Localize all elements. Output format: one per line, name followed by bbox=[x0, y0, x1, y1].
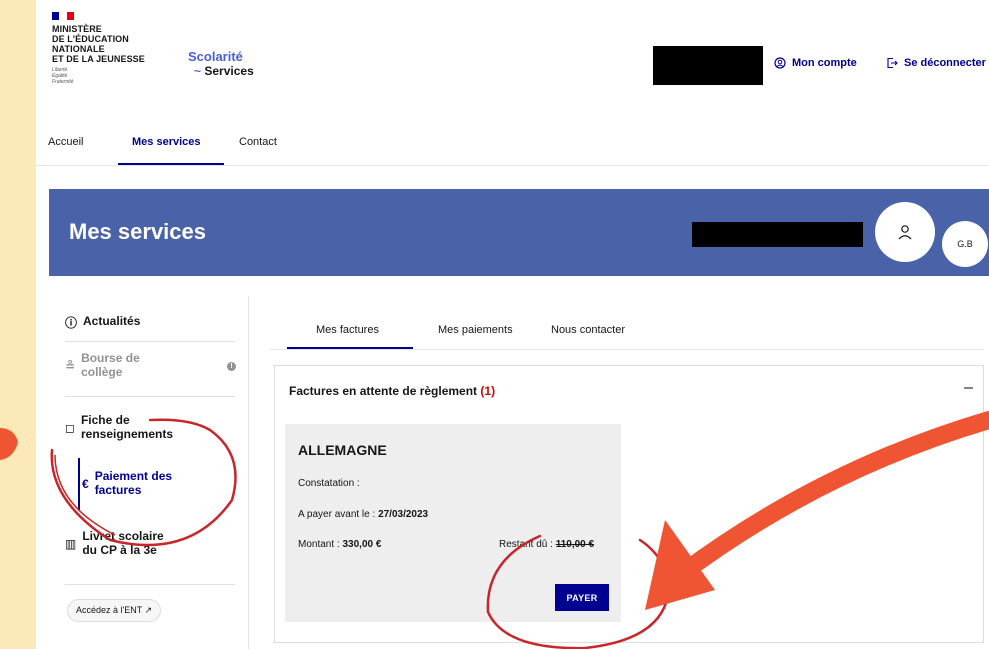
logout-link[interactable]: Se déconnecter bbox=[886, 57, 986, 69]
tab-mes-factures[interactable]: Mes factures bbox=[316, 324, 379, 336]
sidebar-item-fiche[interactable]: ◻ Fiche de renseignements bbox=[65, 413, 235, 441]
euro-icon: € bbox=[82, 477, 89, 491]
info-icon: ⓘ bbox=[65, 316, 78, 330]
pending-invoices-accordion: Factures en attente de règlement (1) – A… bbox=[274, 365, 984, 643]
brand-top: Scolarité bbox=[188, 49, 243, 64]
sidebar-item-label: Livret scolaire bbox=[82, 529, 164, 543]
main-nav: Accueil Mes services Contact bbox=[36, 120, 989, 166]
logout-icon bbox=[887, 57, 898, 69]
constatation-label: Constatation : bbox=[298, 478, 360, 489]
external-link-icon: ↗ bbox=[144, 605, 153, 615]
scolarite-services-page: MINISTÈRE DE L'ÉDUCATION NATIONALE ET DE… bbox=[36, 0, 989, 649]
sidebar-item-bourse[interactable]: ≗ Bourse de collège ! bbox=[65, 351, 236, 379]
sidebar-item-label: du CP à la 3e bbox=[82, 543, 157, 557]
user-circle-icon bbox=[774, 57, 786, 69]
page-title: Mes services bbox=[69, 219, 206, 244]
sidebar-divider bbox=[65, 396, 235, 397]
amount-value: 330,00 € bbox=[342, 539, 382, 550]
pay-button[interactable]: PAYER bbox=[555, 584, 609, 611]
sidebar: ⓘ Actualités ≗ Bourse de collège ! ◻ Fic… bbox=[49, 296, 249, 649]
french-flag-icon bbox=[52, 12, 74, 20]
accordion-header[interactable]: Factures en attente de règlement (1) bbox=[289, 384, 495, 398]
sidebar-item-label: Paiement des bbox=[94, 469, 173, 483]
nav-item-contact[interactable]: Contact bbox=[239, 136, 277, 148]
remaining-label: Restant dû : bbox=[499, 539, 553, 550]
accordion-title: Factures en attente de règlement bbox=[289, 384, 478, 398]
sidebar-item-label: factures bbox=[94, 483, 142, 497]
ent-label: Accédez à l'ENT bbox=[76, 605, 143, 615]
sidebar-active-indicator bbox=[78, 458, 80, 510]
info-filled-icon[interactable]: ! bbox=[227, 362, 236, 371]
user-initials-badge[interactable]: G.B bbox=[942, 221, 988, 267]
due-date-value: 27/03/2023 bbox=[378, 509, 429, 520]
logout-label: Se déconnecter bbox=[904, 57, 986, 69]
brand-bottom: Services bbox=[204, 64, 254, 78]
form-icon: ◻ bbox=[65, 421, 75, 435]
ministry-logo[interactable]: MINISTÈRE DE L'ÉDUCATION NATIONALE ET DE… bbox=[52, 12, 162, 85]
sidebar-item-label: collège bbox=[81, 365, 123, 379]
ent-access-button[interactable]: Accédez à l'ENT ↗ bbox=[67, 599, 162, 622]
sidebar-item-label: Actualités bbox=[83, 314, 141, 328]
tab-active-indicator bbox=[287, 347, 413, 349]
invoice-title: ALLEMAGNE bbox=[298, 442, 387, 458]
remaining-line: Restant dû : 110,00 € bbox=[499, 539, 594, 550]
due-date-label: A payer avant le : bbox=[298, 509, 376, 520]
republic-motto: Liberté Égalité Fraternité bbox=[52, 67, 74, 85]
redacted-block bbox=[653, 46, 763, 85]
brand-squiggle-icon: ~ bbox=[194, 64, 202, 78]
amount-label: Montant : bbox=[298, 539, 340, 550]
pending-count: (1) bbox=[480, 384, 496, 398]
collapse-toggle[interactable]: – bbox=[964, 379, 973, 397]
sidebar-item-paiement[interactable]: € Paiement des factures bbox=[82, 469, 252, 497]
coins-icon: ≗ bbox=[65, 359, 76, 373]
ministry-name: MINISTÈRE DE L'ÉDUCATION NATIONALE ET DE… bbox=[52, 24, 145, 64]
nav-item-accueil[interactable]: Accueil bbox=[48, 136, 83, 148]
account-link[interactable]: Mon compte bbox=[774, 57, 857, 69]
user-icon bbox=[898, 225, 912, 240]
annotation-dot bbox=[0, 428, 18, 460]
tab-mes-paiements[interactable]: Mes paiements bbox=[438, 324, 513, 336]
sidebar-divider bbox=[65, 341, 235, 342]
avatar[interactable] bbox=[875, 202, 935, 262]
header: MINISTÈRE DE L'ÉDUCATION NATIONALE ET DE… bbox=[36, 0, 989, 120]
nav-item-mes-services[interactable]: Mes services bbox=[132, 136, 201, 148]
tab-nous-contacter[interactable]: Nous contacter bbox=[551, 324, 625, 336]
redacted-block bbox=[692, 222, 863, 247]
book-icon: ▥ bbox=[65, 537, 77, 551]
sidebar-item-label: renseignements bbox=[80, 427, 174, 441]
account-label: Mon compte bbox=[792, 57, 857, 69]
sidebar-item-livret[interactable]: ▥ Livret scolaire du CP à la 3e bbox=[65, 529, 235, 557]
sidebar-divider bbox=[65, 584, 235, 585]
remaining-value: 110,00 € bbox=[555, 539, 595, 550]
amount-line: Montant : 330,00 € bbox=[298, 539, 381, 550]
invoice-card: ALLEMAGNE Constatation : A payer avant l… bbox=[285, 424, 621, 622]
page-banner: Mes services G.B bbox=[49, 189, 989, 276]
due-date-line: A payer avant le : 27/03/2023 bbox=[298, 509, 428, 520]
nav-active-indicator bbox=[118, 163, 224, 165]
sidebar-item-label: Bourse de bbox=[81, 351, 140, 365]
sidebar-item-label: Fiche de bbox=[80, 413, 130, 427]
scolarite-services-brand[interactable]: Scolarité ~ Services bbox=[188, 49, 254, 79]
tabs-divider bbox=[270, 349, 984, 350]
sidebar-item-actualites[interactable]: ⓘ Actualités bbox=[65, 314, 235, 331]
